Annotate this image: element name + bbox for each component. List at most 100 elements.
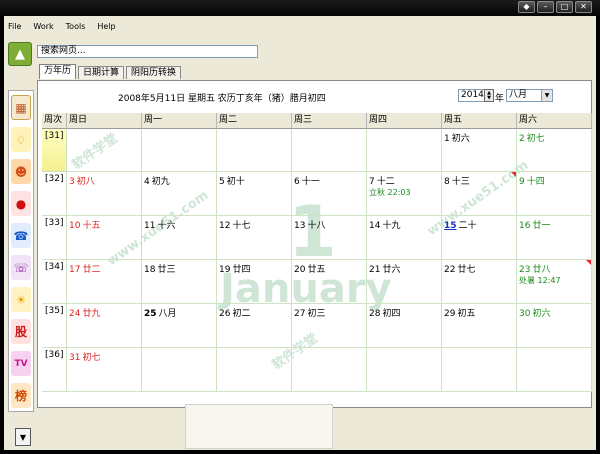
lunar-day: 廿一 (532, 221, 551, 231)
weekday-header: 周日 (67, 113, 142, 129)
day-number: 7 (369, 177, 375, 187)
day-cell[interactable]: 17 廿二 (67, 260, 142, 304)
day-cell[interactable]: 2 初七 (517, 129, 592, 172)
day-cell[interactable]: 13 十八 (292, 216, 367, 260)
lunar-day: 初三 (307, 309, 326, 319)
lunar-day: 十一 (301, 177, 320, 187)
year-unit-label: 年 (495, 94, 505, 104)
chevron-down-icon[interactable]: ▼ (541, 90, 552, 101)
day-cell[interactable]: 19 廿四 (217, 260, 292, 304)
day-cell[interactable]: 26 初二 (217, 304, 292, 348)
phone-icon[interactable]: ☎ (11, 223, 31, 248)
lunar-day: 廿四 (232, 265, 251, 275)
maximize-button[interactable]: □ (556, 1, 573, 13)
day-number: 21 (369, 265, 381, 275)
tab-lunar-convert[interactable]: 阴阳历转换 (126, 66, 182, 79)
day-cell[interactable]: 25 八月 (142, 304, 217, 348)
face-icon[interactable]: ☻ (11, 159, 31, 184)
stock-icon[interactable]: 股 (11, 319, 31, 344)
weekday-header: 周四 (367, 113, 442, 129)
day-cell[interactable]: 27 初三 (292, 304, 367, 348)
day-cell[interactable]: 9 十四 (517, 172, 592, 216)
day-cell[interactable]: 12 十七 (217, 216, 292, 260)
day-cell[interactable]: 23 廿八 处暑 12:47 (517, 260, 592, 304)
day-cell[interactable]: 31 初七 (67, 348, 142, 392)
day-cell[interactable]: 8 十三 (442, 172, 517, 216)
lunar-day: 廿九 (82, 309, 101, 319)
week-number-header: 周次 (42, 113, 67, 129)
day-number: 9 (519, 177, 525, 187)
pin-button[interactable]: ◆ (518, 1, 535, 13)
day-cell[interactable]: 6 十一 (292, 172, 367, 216)
tab-perpetual-calendar[interactable]: 万年历 (39, 64, 77, 79)
tab-date-calc[interactable]: 日期计算 (78, 66, 125, 79)
day-number: 2 (519, 134, 525, 144)
lunar-day: 十四 (526, 177, 545, 187)
weekday-header: 周五 (442, 113, 517, 129)
menu-tools[interactable]: Tools (66, 22, 86, 31)
week-number: [34] (42, 260, 67, 304)
day-cell[interactable]: 1 初六 (442, 129, 517, 172)
close-button[interactable]: ✕ (575, 1, 592, 13)
menu-file[interactable]: File (8, 22, 21, 31)
title-bar: ◆ – □ ✕ (0, 0, 600, 16)
calendar-icon[interactable]: ▦ (11, 95, 31, 120)
solar-term: 立秋 22:03 (369, 188, 411, 197)
day-cell[interactable]: 20 廿五 (292, 260, 367, 304)
day-cell[interactable]: 10 十五 (67, 216, 142, 260)
lunar-day: 十八 (307, 221, 326, 231)
day-cell[interactable]: 24 廿九 (67, 304, 142, 348)
day-number: 18 (144, 265, 156, 275)
lantern-icon[interactable]: ● (11, 191, 31, 216)
search-input[interactable]: 搜索网页... (37, 45, 258, 58)
day-number: 17 (69, 265, 81, 275)
menu-work[interactable]: Work (33, 22, 53, 31)
day-cell[interactable]: 28 初四 (367, 304, 442, 348)
tv-icon[interactable]: TV (11, 351, 31, 376)
chevron-down-icon[interactable]: ▼ (15, 428, 31, 446)
month-select[interactable]: 八月 ▼ (506, 89, 553, 102)
day-cell[interactable]: 14 十九 (367, 216, 442, 260)
day-cell[interactable]: 29 初五 (442, 304, 517, 348)
weekday-header: 周三 (292, 113, 367, 129)
lunar-day: 初七 (526, 134, 545, 144)
lunar-day: 廿三 (157, 265, 176, 275)
menu-help[interactable]: Help (97, 22, 115, 31)
empty-day-cell (367, 348, 442, 392)
year-spinner[interactable]: ▲ ▼ (484, 89, 494, 102)
week-number: [33] (42, 216, 67, 260)
day-number: 28 (369, 309, 381, 319)
shirt-icon[interactable]: ▲ (8, 42, 32, 66)
tool-panel: ▦ ♢ ☻ ● ☎ ☏ ☀ 股 TV 榜 (8, 90, 34, 412)
weekday-header: 周二 (217, 113, 292, 129)
contacts-icon[interactable]: ☏ (11, 255, 31, 280)
lunar-day: 初六 (532, 309, 551, 319)
empty-day-cell (142, 348, 217, 392)
day-number: 16 (519, 221, 531, 231)
day-cell[interactable]: 11 十六 (142, 216, 217, 260)
day-cell[interactable]: 21 廿六 (367, 260, 442, 304)
day-cell[interactable]: 22 廿七 (442, 260, 517, 304)
weather-icon[interactable]: ☀ (11, 287, 31, 312)
day-number: 8 (444, 177, 450, 187)
day-number: 11 (144, 221, 156, 231)
day-number: 14 (369, 221, 381, 231)
day-cell[interactable]: 5 初十 (217, 172, 292, 216)
bell-icon[interactable]: ♢ (11, 127, 31, 152)
ranking-icon[interactable]: 榜 (11, 383, 31, 408)
day-cell[interactable]: 7 十二 立秋 22:03 (367, 172, 442, 216)
empty-day-cell (217, 129, 292, 172)
lunar-day: 十六 (157, 221, 176, 231)
day-cell[interactable]: 3 初八 (67, 172, 142, 216)
day-number: 15 (444, 221, 457, 231)
day-number: 23 (519, 265, 531, 275)
lunar-day: 廿七 (457, 265, 476, 275)
minimize-button[interactable]: – (537, 1, 554, 13)
day-cell[interactable]: 30 初六 (517, 304, 592, 348)
day-cell[interactable]: 18 廿三 (142, 260, 217, 304)
day-cell[interactable]: 16 廿一 (517, 216, 592, 260)
day-cell[interactable]: 4 初九 (142, 172, 217, 216)
day-cell[interactable]: 15 二十 (442, 216, 517, 260)
lunar-day: 廿二 (82, 265, 101, 275)
lunar-day: 十五 (82, 221, 101, 231)
